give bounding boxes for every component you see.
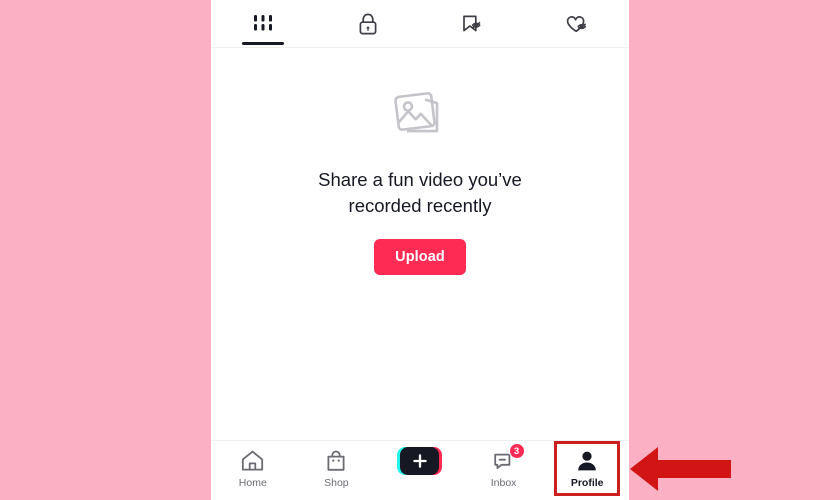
nav-item-home[interactable]: Home [211,447,295,500]
nav-label-shop: Shop [324,477,349,489]
tab-favorites[interactable] [420,0,525,48]
nav-item-create[interactable] [378,447,462,500]
shop-bag-icon [324,447,348,475]
tab-liked[interactable] [525,0,630,48]
phone-screen: Share a fun video you’ve recorded recent… [211,0,629,500]
nav-item-inbox[interactable]: 3 Inbox [462,443,546,500]
active-tab-indicator [242,41,285,45]
create-button[interactable] [397,447,443,475]
inbox-badge: 3 [508,443,525,459]
photo-stack-icon [387,86,453,147]
nav-label-profile: Profile [570,477,604,489]
pointer-arrow-icon [628,445,733,493]
nav-item-shop[interactable]: Shop [295,447,379,500]
bookmark-hidden-icon [459,11,485,37]
bottom-navigation: Home Shop 3 Inbox Profile [211,440,629,500]
empty-state: Share a fun video you’ve recorded recent… [211,86,629,275]
nav-label-inbox: Inbox [490,477,517,489]
upload-button[interactable]: Upload [374,239,466,275]
heart-hidden-icon [563,11,591,37]
nav-item-profile[interactable]: Profile [545,447,629,500]
tab-videos[interactable] [211,0,316,48]
grid-icon [252,14,274,34]
tab-private[interactable] [316,0,421,48]
lock-icon [356,11,380,37]
profile-person-icon [575,447,599,475]
inbox-icon: 3 [492,443,525,475]
nav-label-home: Home [238,477,267,489]
empty-state-message: Share a fun video you’ve recorded recent… [318,169,522,216]
home-icon [240,447,265,475]
screenshot-root: Share a fun video you’ve recorded recent… [0,0,840,500]
profile-tab-bar [211,0,629,48]
plus-icon [400,447,440,475]
